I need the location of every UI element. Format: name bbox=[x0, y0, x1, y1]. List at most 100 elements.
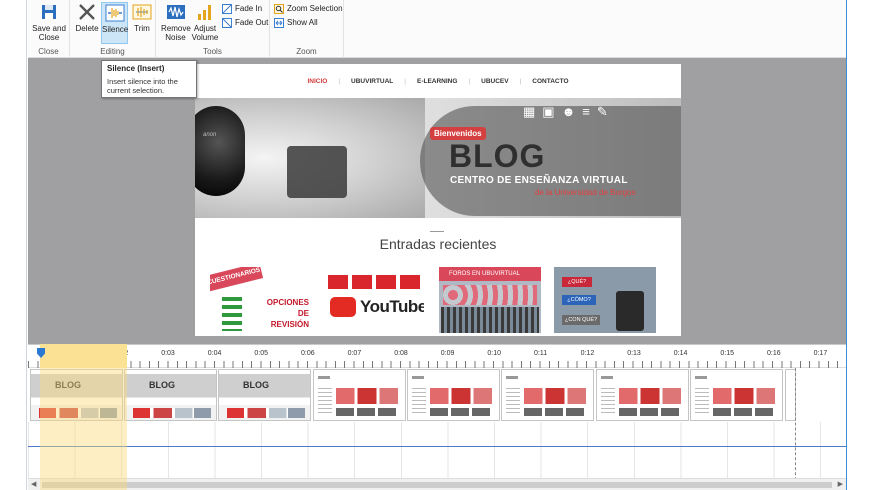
zoom-selection-button[interactable]: Zoom Selection bbox=[274, 3, 343, 15]
show-all-label: Show All bbox=[287, 18, 318, 27]
time-tick-label: 0:07 bbox=[347, 350, 362, 357]
blog-title: BLOG bbox=[449, 138, 546, 174]
silence-button[interactable]: Silence bbox=[101, 2, 128, 44]
opciones-word: OPCIONES bbox=[266, 298, 309, 307]
opciones-text: OPCIONES DE REVISIÓN bbox=[267, 297, 309, 330]
group-icon: ☻ bbox=[561, 104, 576, 119]
time-tick-label: 0:09 bbox=[440, 350, 455, 357]
save-close-label-1: Save and bbox=[32, 24, 66, 33]
save-close-label-2: Close bbox=[38, 33, 60, 42]
remove-noise-button[interactable]: Remove Noise bbox=[161, 2, 191, 42]
app-window: Save and Close Close Delete Silence Trim… bbox=[0, 0, 870, 490]
delete-button[interactable]: Delete bbox=[74, 2, 100, 33]
camera-image bbox=[287, 146, 347, 198]
camera-thumb bbox=[616, 291, 644, 331]
frame-thumb-row bbox=[133, 408, 211, 418]
delete-label: Delete bbox=[75, 24, 99, 33]
fade-out-icon bbox=[222, 18, 232, 28]
youtube-arrows bbox=[328, 275, 420, 289]
end-marker bbox=[795, 368, 796, 490]
revision-word: REVISIÓN bbox=[270, 320, 309, 329]
nav-ubucev: UBUCEV bbox=[481, 77, 509, 85]
fade-in-button[interactable]: Fade In bbox=[222, 3, 262, 15]
post-thumb-youtube: YouTube bbox=[322, 267, 424, 333]
silence-waveform-icon bbox=[105, 4, 124, 22]
tooltip-body: Insert silence into the current selectio… bbox=[107, 77, 178, 95]
remove-noise-label-1: Remove bbox=[161, 24, 191, 33]
zoom-selection-label: Zoom Selection bbox=[287, 4, 343, 13]
adjust-volume-label-1: Adjust bbox=[193, 24, 217, 33]
scroll-left-icon[interactable]: ◀ bbox=[31, 480, 36, 488]
pencil-icon: ✎ bbox=[596, 104, 608, 119]
fade-out-button[interactable]: Fade Out bbox=[222, 17, 268, 29]
adjust-volume-button[interactable]: Adjust Volume bbox=[191, 2, 219, 42]
trim-button[interactable]: Trim bbox=[130, 2, 154, 33]
save-icon bbox=[42, 5, 56, 19]
time-tick-label: 0:14 bbox=[673, 350, 688, 357]
show-all-button[interactable]: Show All bbox=[274, 17, 318, 29]
group-label-close: Close bbox=[38, 47, 59, 56]
blog-subtitle: CENTRO DE ENSEÑANZA VIRTUAL bbox=[450, 175, 628, 186]
nav-inicio: INICIO bbox=[307, 77, 328, 85]
show-all-icon bbox=[274, 18, 284, 28]
time-tick-label: 0:05 bbox=[254, 350, 269, 357]
fade-out-label: Fade Out bbox=[235, 18, 269, 27]
frame-thumb bbox=[596, 369, 689, 421]
volume-bars-icon bbox=[198, 5, 211, 20]
post-thumb-foros: FOROS EN UBUVIRTUAL bbox=[439, 267, 541, 333]
frame-blog-label: BLOG bbox=[243, 380, 269, 390]
silence-label: Silence bbox=[102, 25, 129, 34]
right-border bbox=[846, 0, 870, 490]
remove-noise-label-2: Noise bbox=[165, 33, 186, 42]
youtube-play-icon bbox=[330, 297, 356, 317]
image-icon: ▣ bbox=[542, 104, 555, 119]
de-word: DE bbox=[297, 309, 309, 318]
post-thumb-que-como: ¿QUÉ? ¿CÓMO? ¿CON QUÉ? bbox=[554, 267, 656, 333]
silence-tooltip: Silence (Insert) Insert silence into the… bbox=[101, 60, 197, 98]
sign-que: ¿QUÉ? bbox=[562, 277, 592, 287]
frame-strip: BLOG BLOG BLOG bbox=[28, 369, 846, 422]
nav-contacto: CONTACTO bbox=[532, 77, 569, 85]
selection-range[interactable] bbox=[40, 344, 127, 490]
timeline[interactable]: 0:010:020:030:040:050:060:070:080:090:10… bbox=[28, 344, 846, 490]
remove-noise-icon bbox=[166, 5, 185, 19]
blog-subtitle-2: de la Universidad de Burgos bbox=[535, 188, 636, 197]
sign-como: ¿CÓMO? bbox=[562, 295, 596, 305]
audio-tracks[interactable] bbox=[28, 422, 846, 484]
fade-in-icon bbox=[222, 4, 232, 14]
trim-waveform-icon bbox=[132, 4, 152, 20]
group-zoom: Zoom Selection Show All Zoom bbox=[270, 0, 344, 58]
video-preview: INICIO | UBUVIRTUAL | E-LEARNING | UBUCE… bbox=[28, 58, 846, 344]
hero-icons: ▦ ▣ ☻ ≡ ✎ bbox=[523, 104, 608, 120]
time-tick-label: 0:15 bbox=[720, 350, 735, 357]
frame-thumb: BLOG bbox=[124, 369, 217, 421]
film-icon: ▦ bbox=[523, 104, 536, 119]
left-border bbox=[0, 0, 27, 490]
ribbon: Save and Close Close Delete Silence Trim… bbox=[28, 0, 846, 58]
youtube-wordmark: YouTube bbox=[360, 297, 424, 316]
frame-thumb bbox=[407, 369, 500, 421]
group-label-tools: Tools bbox=[203, 47, 222, 56]
delete-x-icon bbox=[79, 4, 95, 20]
nav-e-learning: E-LEARNING bbox=[416, 77, 458, 85]
trim-label: Trim bbox=[134, 24, 150, 33]
hero-banner: anon ▦ ▣ ☻ ≡ ✎ Bienvenidos BLOG CENTRO D… bbox=[195, 98, 681, 218]
fade-in-label: Fade In bbox=[235, 4, 263, 13]
crowd-image bbox=[441, 307, 539, 333]
frame-thumb bbox=[501, 369, 594, 421]
frame-thumb-row bbox=[227, 408, 305, 418]
group-label-editing: Editing bbox=[100, 47, 125, 56]
post-thumb-cuestionarios: CUESTIONARIOS OPCIONES DE REVISIÓN bbox=[210, 267, 312, 333]
scroll-right-icon[interactable]: ▶ bbox=[838, 480, 843, 488]
time-ruler[interactable]: 0:010:020:030:040:050:060:070:080:090:10… bbox=[28, 344, 846, 368]
scrollbar-thumb[interactable] bbox=[42, 482, 832, 488]
save-and-close-button[interactable]: Save and Close bbox=[31, 2, 67, 42]
preview-webpage: INICIO | UBUVIRTUAL | E-LEARNING | UBUCE… bbox=[195, 64, 681, 336]
recent-posts-title: Entradas recientes bbox=[379, 236, 497, 252]
sign-con-que: ¿CON QUÉ? bbox=[562, 315, 600, 325]
group-tools: Remove Noise Adjust Volume Fade In Fade … bbox=[156, 0, 270, 58]
time-tick-label: 0:03 bbox=[161, 350, 175, 357]
horizontal-scrollbar[interactable]: ◀ ▶ bbox=[28, 478, 846, 490]
time-tick-label: 0:17 bbox=[813, 350, 828, 357]
group-close: Save and Close Close bbox=[28, 0, 70, 58]
